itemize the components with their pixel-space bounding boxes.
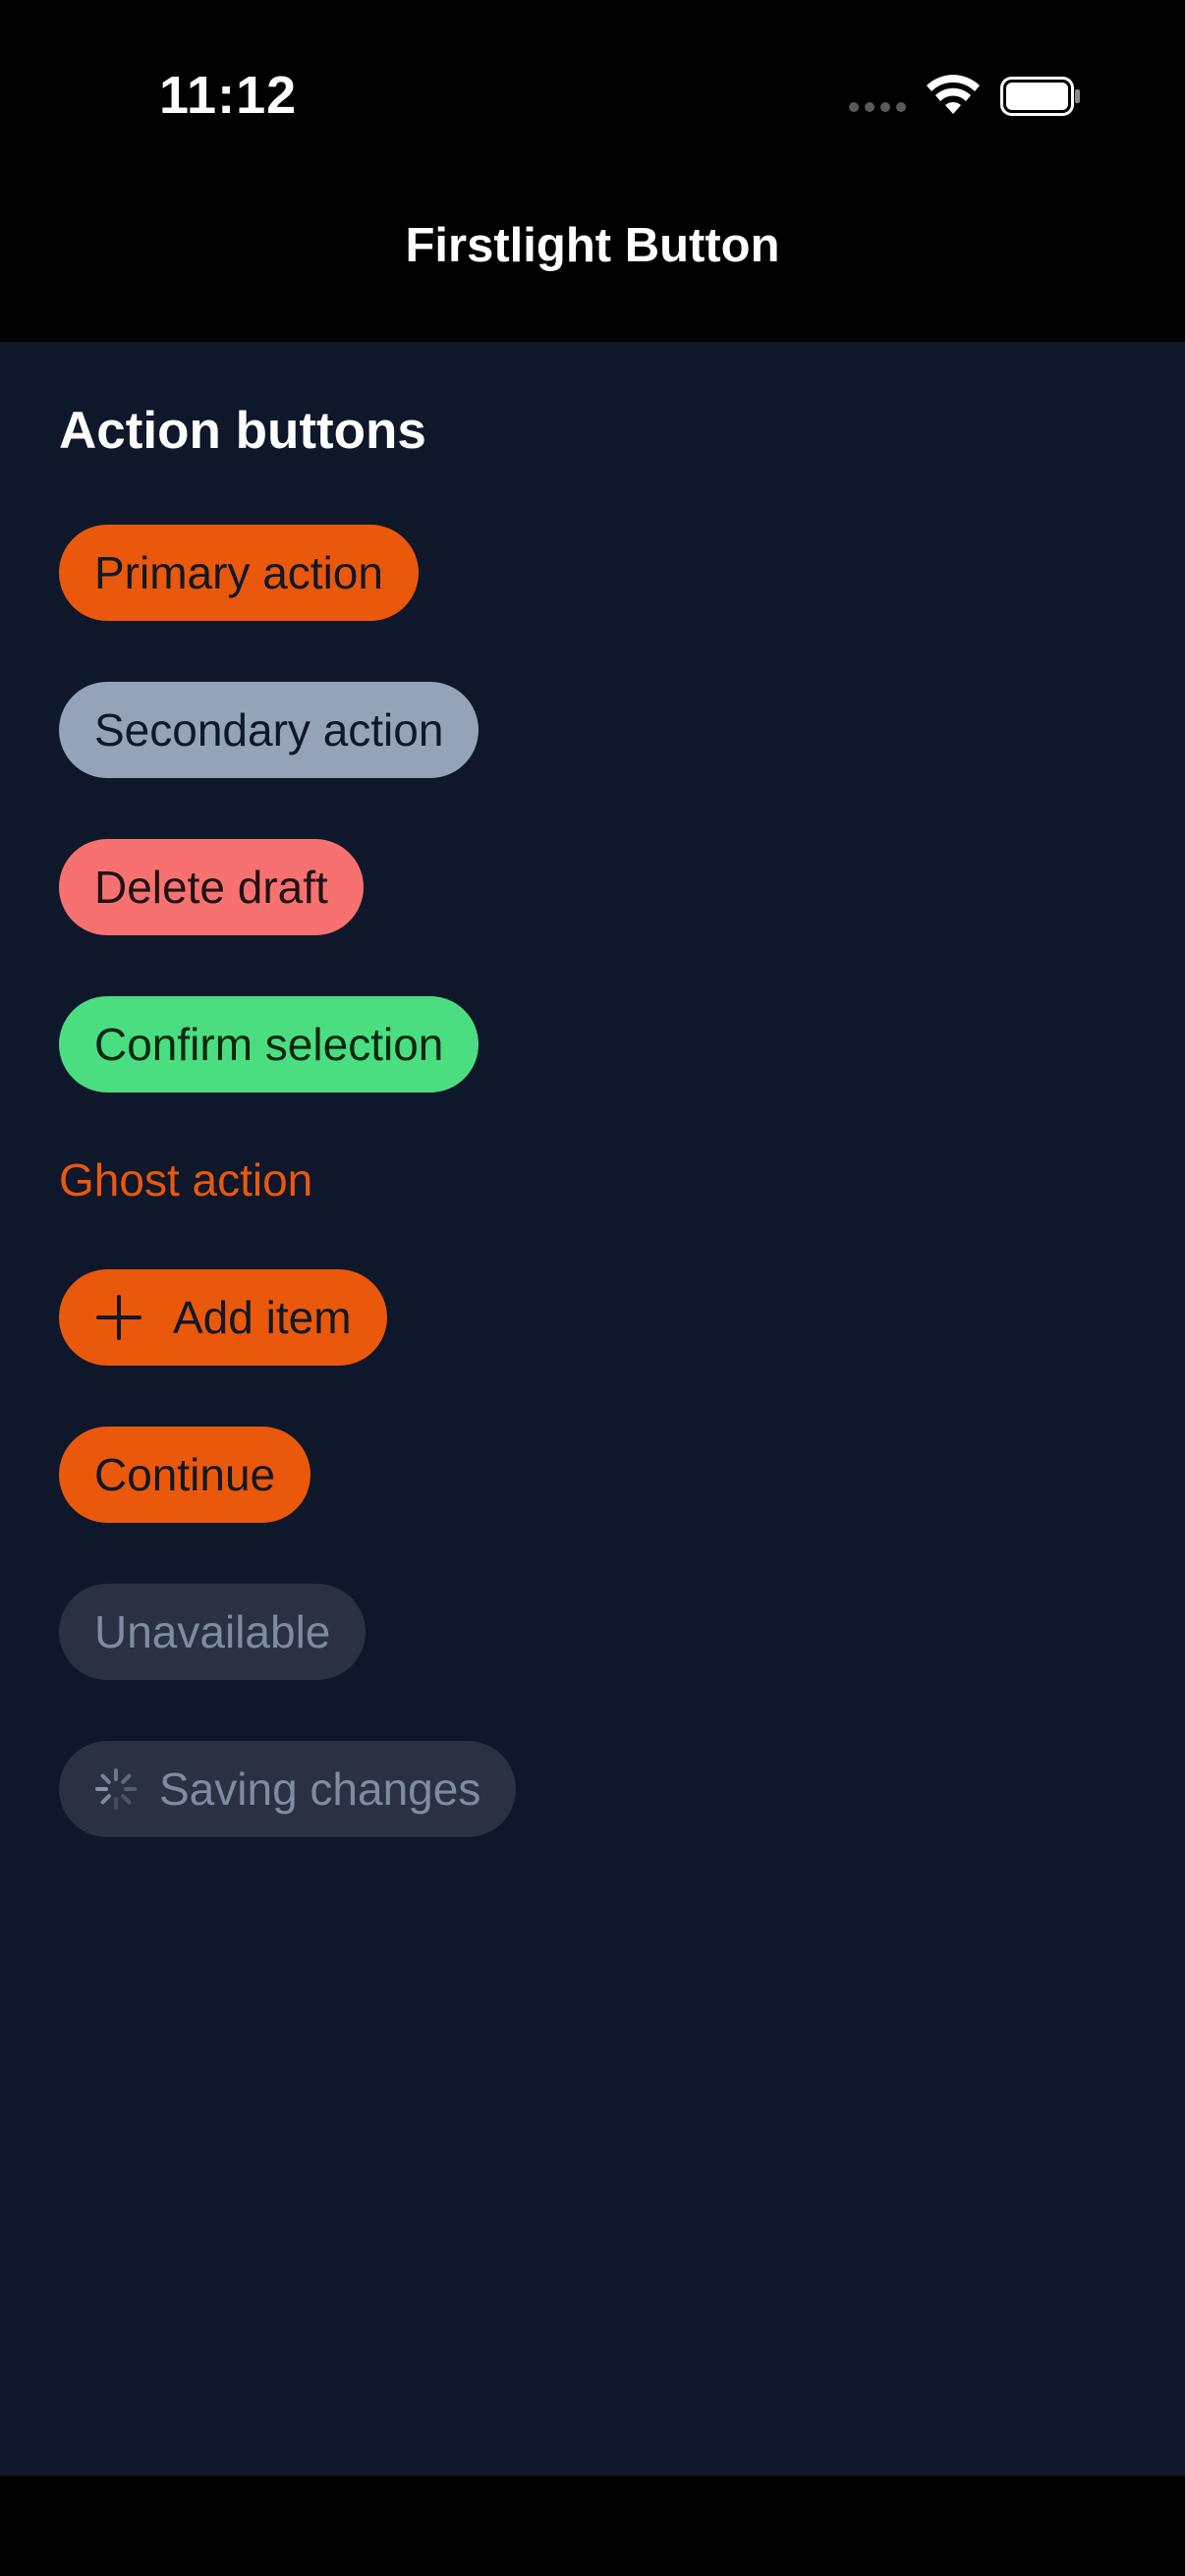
app-screen: 11:12 Firstlight Button Action buttons P… (0, 0, 1185, 2576)
status-bar: 11:12 (0, 0, 1185, 196)
primary-action-label: Primary action (94, 547, 383, 598)
section-title: Action buttons (59, 402, 426, 460)
ghost-action-button[interactable]: Ghost action (59, 1153, 312, 1206)
ghost-action-label: Ghost action (59, 1154, 313, 1205)
signal-icon (849, 102, 908, 116)
confirm-selection-label: Confirm selection (94, 1019, 444, 1070)
navigation-bar: Firstlight Button (0, 196, 1185, 342)
secondary-action-button[interactable]: Secondary action (59, 682, 480, 778)
page-title: Firstlight Button (405, 219, 780, 272)
plus-icon (96, 1295, 141, 1340)
confirm-selection-button[interactable]: Confirm selection (59, 996, 480, 1092)
status-time: 11:12 (159, 66, 298, 125)
continue-button[interactable]: Continue (59, 1427, 311, 1523)
home-indicator-area (0, 2476, 1185, 2576)
spinner-icon (95, 1768, 137, 1810)
wifi-icon (927, 75, 980, 114)
primary-action-button[interactable]: Primary action (59, 525, 419, 621)
unavailable-label: Unavailable (94, 1606, 331, 1657)
battery-icon (1000, 77, 1080, 116)
delete-draft-label: Delete draft (94, 862, 328, 913)
add-item-button[interactable]: Add item (59, 1269, 387, 1366)
unavailable-button: Unavailable (59, 1584, 367, 1680)
saving-changes-label: Saving changes (159, 1764, 481, 1815)
continue-label: Continue (94, 1449, 276, 1500)
saving-changes-button: Saving changes (59, 1741, 517, 1837)
add-item-label: Add item (173, 1292, 352, 1343)
delete-draft-button[interactable]: Delete draft (59, 839, 364, 935)
secondary-action-label: Secondary action (94, 704, 444, 756)
content-area: Action buttons Primary action Secondary … (0, 342, 1185, 2476)
